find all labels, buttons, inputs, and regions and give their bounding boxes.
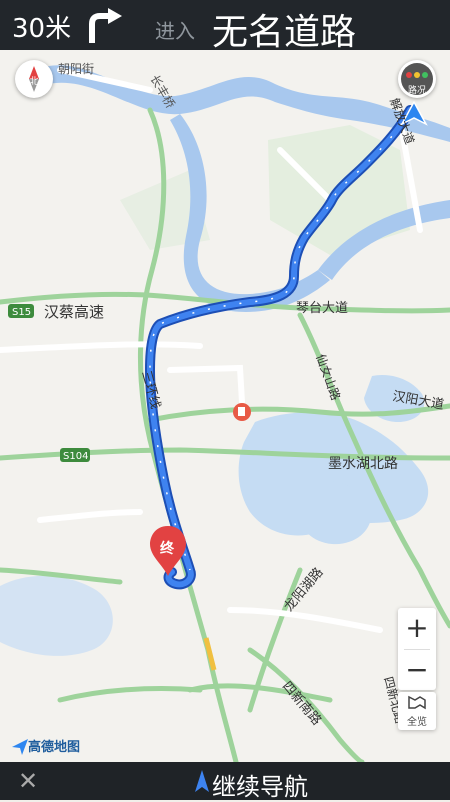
continue-navigation-button[interactable]: 继续导航 [212, 767, 308, 802]
overview-label: 全览 [407, 717, 427, 728]
traffic-toggle-button[interactable]: 路况 [398, 60, 436, 98]
svg-text:北: 北 [29, 76, 38, 87]
amap-logo-icon [12, 739, 28, 755]
overview-button[interactable]: 全览 [398, 692, 436, 730]
compass-button[interactable]: 北 [15, 60, 53, 98]
next-road-name: 无名道路 [212, 12, 357, 53]
road-label-hancai: 汉蔡高速 [44, 303, 104, 321]
map-view[interactable]: 朝阳街 长丰桥 S15 汉蔡高速 琴台大道 汉阳大道 墨水湖北路 龙阳湖路 四新… [0, 50, 450, 762]
compass-icon: 北 [29, 66, 39, 92]
navigation-arrow-icon [195, 770, 209, 792]
navigation-header: 30米 进入 无名道路 [0, 0, 450, 53]
close-button[interactable]: ✕ [18, 767, 38, 795]
turn-right-icon [89, 8, 122, 43]
map-canvas[interactable]: 朝阳街 长丰桥 S15 汉蔡高速 琴台大道 汉阳大道 墨水湖北路 龙阳湖路 四新… [0, 50, 450, 762]
overview-map-icon [408, 695, 426, 710]
road-label-chaoyang: 朝阳街 [58, 62, 94, 76]
destination-label: 终 [160, 540, 175, 557]
amap-logo-text: 高德地图 [28, 740, 81, 755]
road-label-qintai: 琴台大道 [296, 301, 348, 316]
distance-to-turn: 30米 [12, 14, 72, 44]
traffic-label: 路况 [407, 86, 426, 96]
road-label-moshuihu: 墨水湖北路 [328, 456, 398, 472]
zoom-controls: + − [398, 608, 436, 690]
road-code-s15: S15 [12, 307, 31, 318]
zoom-in-button[interactable]: + [398, 608, 436, 648]
road-code-s104: S104 [63, 451, 88, 462]
bottom-bar: ✕ 继续导航 [0, 762, 450, 802]
enter-label: 进入 [155, 19, 195, 43]
zoom-out-button[interactable]: − [398, 650, 436, 690]
